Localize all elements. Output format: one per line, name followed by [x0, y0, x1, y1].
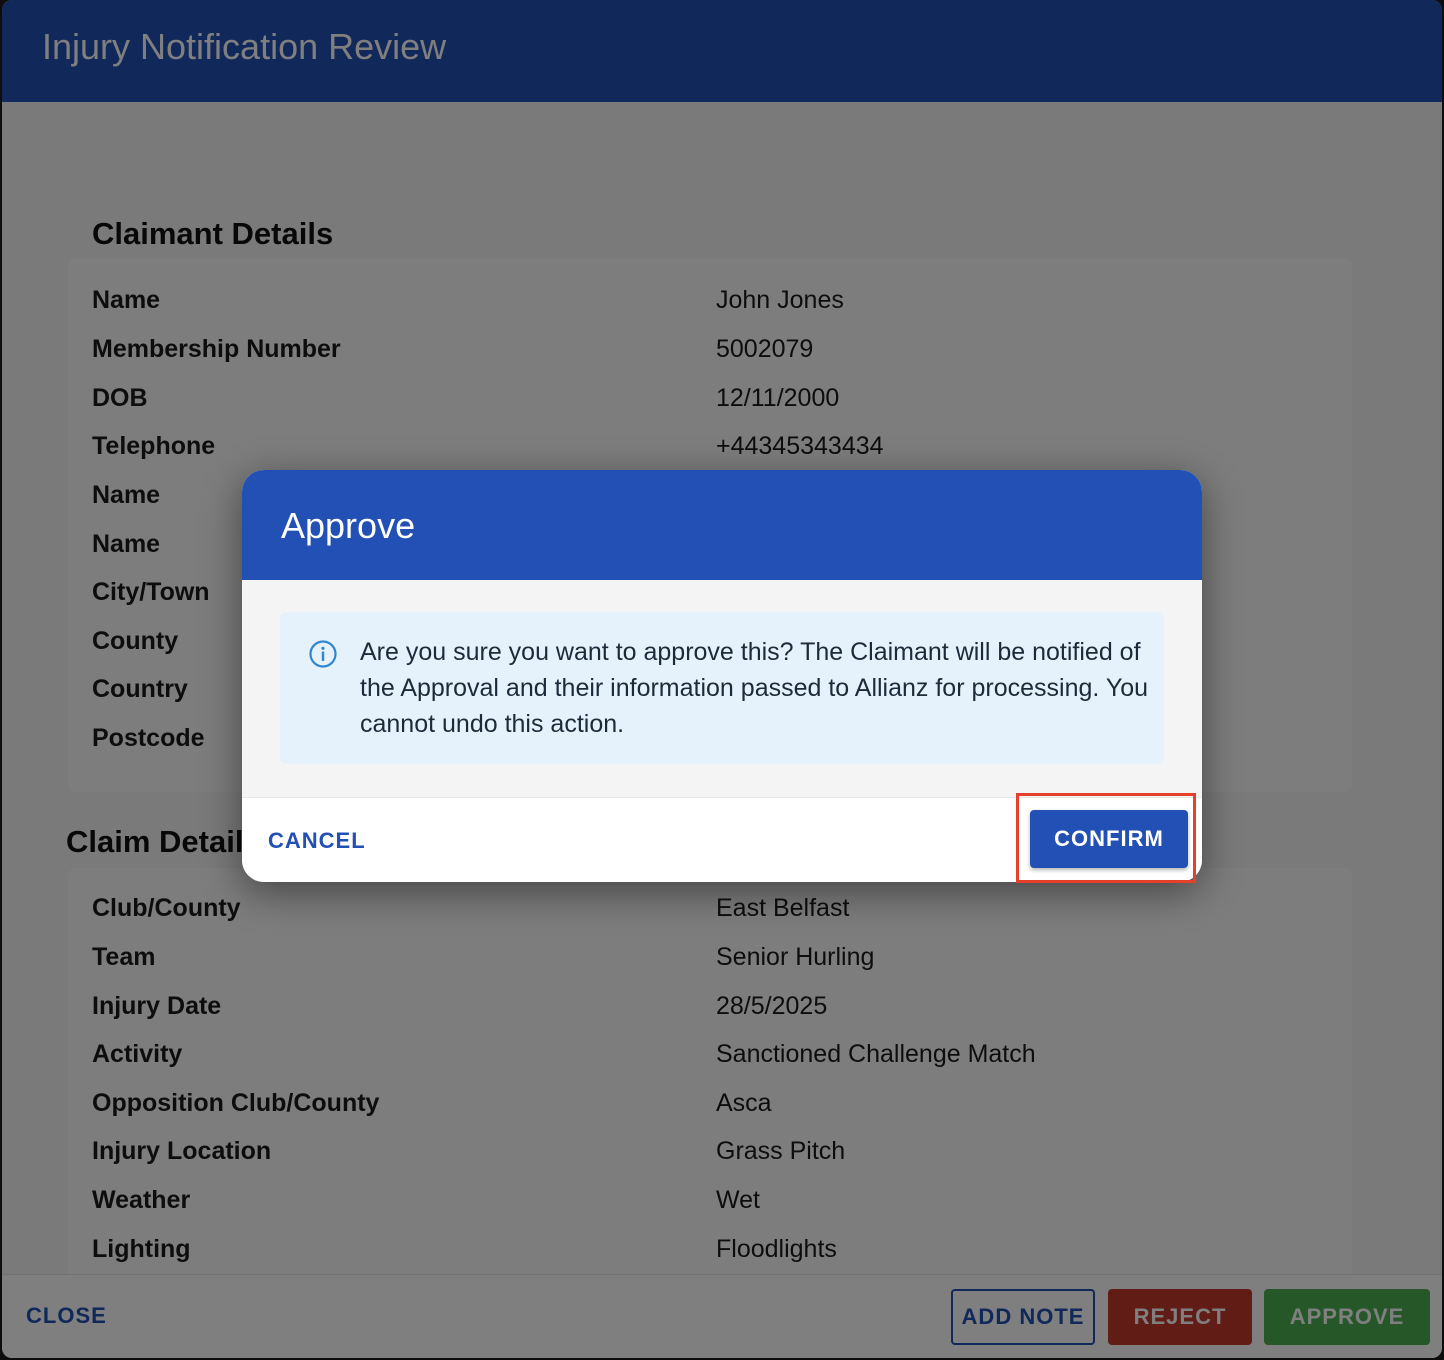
info-icon	[309, 640, 337, 668]
confirm-highlight-box	[1016, 793, 1196, 883]
modal-content: Are you sure you want to approve this? T…	[242, 580, 1202, 797]
modal-header: Approve	[242, 470, 1202, 580]
modal-title: Approve	[281, 505, 416, 546]
info-alert: Are you sure you want to approve this? T…	[280, 612, 1164, 764]
confirmation-message: Are you sure you want to approve this? T…	[360, 638, 1149, 738]
cancel-button[interactable]: CANCEL	[268, 828, 366, 854]
